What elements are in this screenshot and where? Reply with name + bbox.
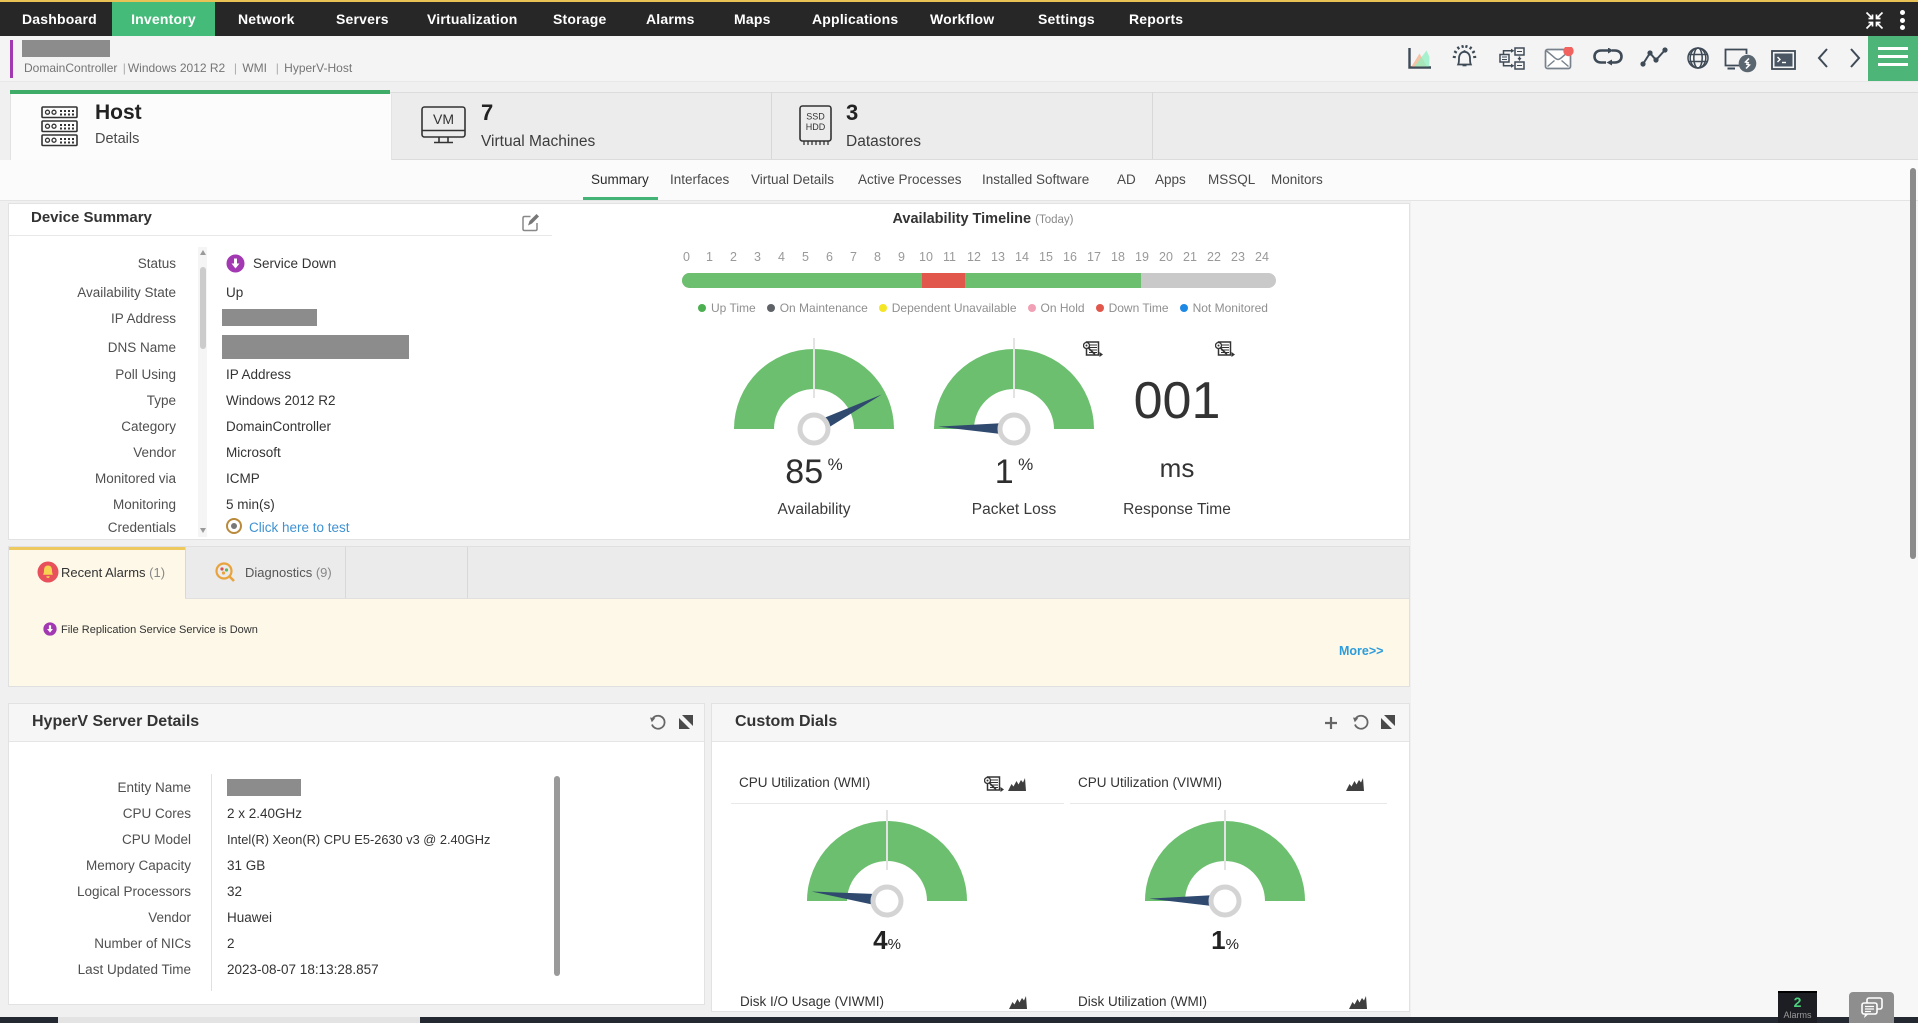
svg-text:SSD: SSD [806,112,825,122]
svg-text:HDD: HDD [806,122,826,132]
svg-text:VM: VM [433,111,454,127]
